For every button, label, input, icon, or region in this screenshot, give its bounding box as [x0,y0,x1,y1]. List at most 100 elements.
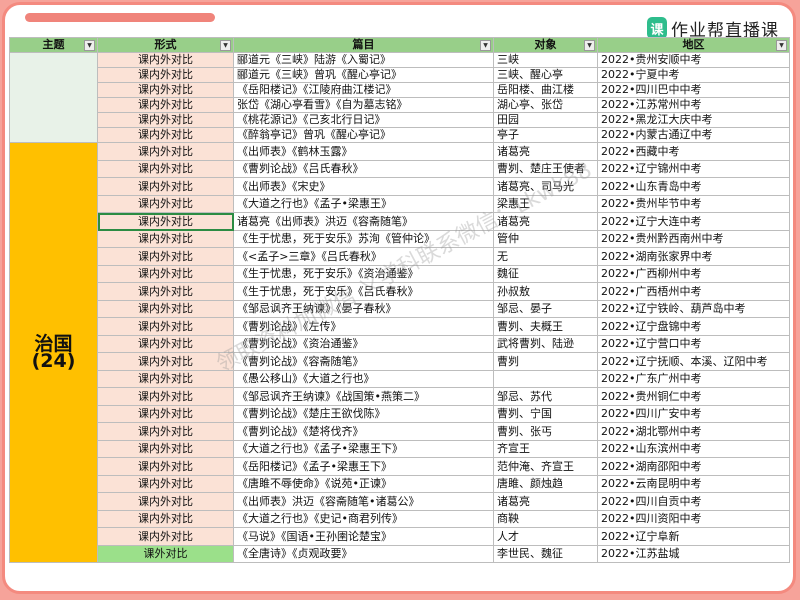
header-region[interactable]: 地区 ▼ [597,37,790,53]
target-cell[interactable]: 诸葛亮 [493,492,598,511]
target-cell[interactable]: 管仲 [493,230,598,248]
theme-cell-governance[interactable]: 治国 (24) [9,142,98,563]
form-cell[interactable]: 课内外对比 [97,422,234,441]
target-cell[interactable]: 孙叔敖 [493,282,598,301]
region-cell[interactable]: 2022•湖南邵阳中考 [597,457,790,476]
header-form[interactable]: 形式 ▼ [97,37,234,53]
region-cell[interactable]: 2022•四川资阳中考 [597,510,790,528]
title-cell[interactable]: 《全唐诗》《贞观政要》 [233,545,494,563]
target-cell[interactable]: 曹刿 [493,352,598,371]
title-cell[interactable]: 《大道之行也》《孟子•梁惠王下》 [233,440,494,458]
region-cell[interactable]: 2022•辽宁铁岭、葫芦岛中考 [597,300,790,318]
form-cell[interactable]: 课外对比 [97,545,234,563]
form-cell[interactable]: 课内外对比 [97,457,234,476]
form-cell[interactable]: 课内外对比 [97,97,234,113]
title-cell[interactable]: 《曹刿论战》《吕氏春秋》 [233,160,494,178]
form-cell[interactable]: 课内外对比 [97,440,234,458]
title-cell[interactable]: 《邹忌讽齐王纳谏》《战国策•燕策二》 [233,387,494,406]
title-cell[interactable]: 《岳阳楼记》《孟子•梁惠王下》 [233,457,494,476]
region-cell[interactable]: 2022•湖南张家界中考 [597,247,790,266]
theme-cell[interactable] [9,52,98,143]
header-theme[interactable]: 主题 ▼ [9,37,98,53]
target-cell[interactable]: 商鞅 [493,510,598,528]
region-cell[interactable]: 2022•江苏常州中考 [597,97,790,113]
target-cell[interactable]: 三峡 [493,52,598,68]
target-cell[interactable]: 唐雎、颜烛趋 [493,475,598,493]
region-cell[interactable]: 2022•云南昆明中考 [597,475,790,493]
title-cell[interactable]: 《醉翁亭记》曾巩《醒心亭记》 [233,127,494,143]
title-cell[interactable]: 《桃花源记》《己亥北行日记》 [233,112,494,128]
selected-form-cell[interactable]: 课内外对比 [97,212,234,231]
title-cell[interactable]: 《曹刿论战》《容斋随笔》 [233,352,494,371]
target-cell[interactable]: 诸葛亮 [493,212,598,231]
title-cell[interactable]: 郦道元《三峡》曾巩《醒心亭记》 [233,67,494,83]
form-cell[interactable]: 课内外对比 [97,265,234,283]
form-cell[interactable]: 课内外对比 [97,370,234,388]
title-cell[interactable]: 《曹刿论战》《楚庄王欲伐陈》 [233,405,494,423]
region-cell[interactable]: 2022•湖北鄂州中考 [597,422,790,441]
region-cell[interactable]: 2022•宁夏中考 [597,67,790,83]
region-cell[interactable]: 2022•贵州安顺中考 [597,52,790,68]
form-cell[interactable]: 课内外对比 [97,52,234,68]
target-cell[interactable]: 三峡、醒心亭 [493,67,598,83]
title-cell[interactable]: 《曹刿论战》《左传》 [233,317,494,336]
target-cell[interactable]: 范仲淹、齐宣王 [493,457,598,476]
form-cell[interactable]: 课内外对比 [97,492,234,511]
form-cell[interactable]: 课内外对比 [97,195,234,213]
region-cell[interactable]: 2022•辽宁锦州中考 [597,160,790,178]
target-cell[interactable]: 武将曹刿、陆逊 [493,335,598,353]
form-cell[interactable]: 课内外对比 [97,282,234,301]
target-cell[interactable]: 梁惠王 [493,195,598,213]
region-cell[interactable]: 2022•山东滨州中考 [597,440,790,458]
region-cell[interactable]: 2022•广西柳州中考 [597,265,790,283]
filter-dropdown-icon[interactable]: ▼ [480,40,491,51]
target-cell[interactable]: 齐宣王 [493,440,598,458]
title-cell[interactable]: 《愚公移山》《大道之行也》 [233,370,494,388]
region-cell[interactable]: 2022•内蒙古通辽中考 [597,127,790,143]
target-cell[interactable]: 曹刿、夫概王 [493,317,598,336]
title-cell[interactable]: 《马说》《国语•王孙圉论楚宝》 [233,527,494,546]
target-cell[interactable]: 李世民、魏征 [493,545,598,563]
form-cell[interactable]: 课内外对比 [97,82,234,98]
target-cell[interactable]: 邹忌、晏子 [493,300,598,318]
filter-dropdown-icon[interactable]: ▼ [84,40,95,51]
form-cell[interactable]: 课内外对比 [97,112,234,128]
title-cell[interactable]: 郦道元《三峡》陆游《入蜀记》 [233,52,494,68]
region-cell[interactable]: 2022•四川自贡中考 [597,492,790,511]
form-cell[interactable]: 课内外对比 [97,335,234,353]
title-cell[interactable]: 《生于忧患，死于安乐》《资治通鉴》 [233,265,494,283]
target-cell[interactable]: 岳阳楼、曲江楼 [493,82,598,98]
region-cell[interactable]: 2022•贵州黔西南州中考 [597,230,790,248]
target-cell[interactable]: 诸葛亮 [493,142,598,161]
title-cell[interactable]: 《曹刿论战》《楚将伐齐》 [233,422,494,441]
title-cell[interactable]: 《出师表》《鹤林玉露》 [233,142,494,161]
region-cell[interactable]: 2022•江苏盐城 [597,545,790,563]
title-cell[interactable]: 《邹忌讽齐王纳谏》《晏子春秋》 [233,300,494,318]
form-cell[interactable]: 课内外对比 [97,317,234,336]
region-cell[interactable]: 2022•辽宁大连中考 [597,212,790,231]
title-cell[interactable]: 《曹刿论战》《资治通鉴》 [233,335,494,353]
title-cell[interactable]: 《岳阳楼记》《江陵府曲江楼记》 [233,82,494,98]
target-cell[interactable]: 湖心亭、张岱 [493,97,598,113]
form-cell[interactable]: 课内外对比 [97,177,234,196]
form-cell[interactable]: 课内外对比 [97,510,234,528]
region-cell[interactable]: 2022•辽宁盘锦中考 [597,317,790,336]
header-target[interactable]: 对象 ▼ [493,37,598,53]
region-cell[interactable]: 2022•贵州铜仁中考 [597,387,790,406]
target-cell[interactable] [493,370,598,388]
form-cell[interactable]: 课内外对比 [97,352,234,371]
title-cell[interactable]: 《大道之行也》《史记•商君列传》 [233,510,494,528]
form-cell[interactable]: 课内外对比 [97,527,234,546]
target-cell[interactable]: 曹刿、宁国 [493,405,598,423]
title-cell[interactable]: 诸葛亮《出师表》洪迈《容斋随笔》 [233,212,494,231]
form-cell[interactable]: 课内外对比 [97,405,234,423]
region-cell[interactable]: 2022•辽宁抚顺、本溪、辽阳中考 [597,352,790,371]
title-cell[interactable]: 《生于忧患，死于安乐》苏洵《管仲论》 [233,230,494,248]
filter-dropdown-icon[interactable]: ▼ [584,40,595,51]
form-cell[interactable]: 课内外对比 [97,475,234,493]
target-cell[interactable]: 人才 [493,527,598,546]
target-cell[interactable]: 亭子 [493,127,598,143]
target-cell[interactable]: 魏征 [493,265,598,283]
title-cell[interactable]: 《<孟子>三章》《吕氏春秋》 [233,247,494,266]
target-cell[interactable]: 曹刿、张丐 [493,422,598,441]
